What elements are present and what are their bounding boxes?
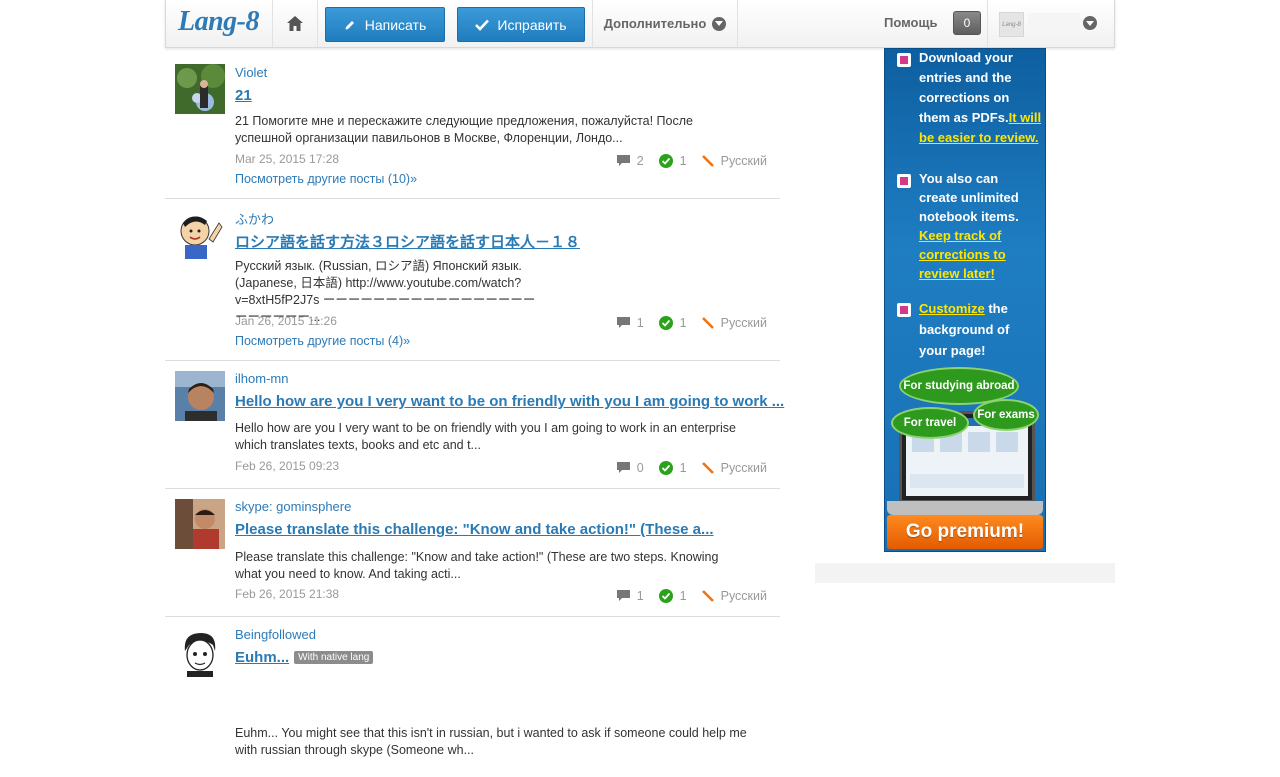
- check-circle-icon: [658, 154, 673, 168]
- checkbox-icon: [897, 53, 911, 67]
- post-stats: 2 1 Русский: [602, 154, 767, 168]
- language-tag: Русский: [701, 154, 767, 168]
- help-link[interactable]: Помощь: [884, 15, 937, 30]
- post-title[interactable]: ロシア語を話す方法３ロシア語を話す日本人－１８: [235, 231, 580, 252]
- more-dropdown[interactable]: Дополнительно: [592, 0, 738, 47]
- post-date: Jan 26, 2015 11:26: [235, 314, 337, 328]
- list-item: Violet 21 21 Помогите мне и перескажите …: [165, 48, 780, 199]
- post-title[interactable]: 21: [235, 87, 252, 104]
- corrections-count: 1: [658, 461, 687, 475]
- bubble-travel: For travel: [891, 407, 969, 439]
- ad-feature-notebook: You also can create unlimited notebook i…: [919, 171, 1019, 281]
- avatar[interactable]: [175, 209, 225, 259]
- home-button[interactable]: [273, 0, 318, 47]
- checkmark-icon: [475, 19, 490, 31]
- list-item: skype: gominsphere Please translate this…: [165, 489, 780, 617]
- premium-ad-banner[interactable]: Download your entries and the correction…: [884, 48, 1046, 552]
- post-title[interactable]: Euhm... With native lang: [235, 649, 374, 666]
- comments-count: 0: [616, 461, 644, 475]
- post-author[interactable]: ilhom-mn: [235, 371, 288, 386]
- post-title[interactable]: Hello how are you I very want to be on f…: [235, 393, 784, 410]
- post-author[interactable]: ふかわ: [235, 209, 274, 228]
- pencil-icon: [345, 21, 354, 30]
- comments-count: 1: [616, 589, 644, 603]
- post-excerpt: Euhm... You might see that this isn't in…: [235, 726, 747, 757]
- lang8-logo[interactable]: Lang-8: [166, 0, 273, 47]
- pencil-icon: [701, 317, 714, 329]
- post-excerpt: Hello how are you I very want to be on f…: [235, 421, 736, 452]
- comment-icon: [616, 462, 630, 473]
- checkbox-icon: [897, 174, 911, 188]
- comments-count: 1: [616, 316, 644, 330]
- correct-button[interactable]: Исправить: [457, 7, 585, 42]
- bubble-exams: For exams: [973, 399, 1039, 431]
- post-title[interactable]: Please translate this challenge: "Know a…: [235, 521, 714, 538]
- language-tag: Русский: [701, 316, 767, 330]
- comments-count: 2: [616, 154, 644, 168]
- corrections-count: 1: [658, 316, 687, 330]
- avatar[interactable]: [175, 371, 225, 421]
- post-excerpt: Please translate this challenge: "Know a…: [235, 550, 719, 581]
- avatar[interactable]: [175, 64, 225, 114]
- pencil-icon: [701, 462, 714, 474]
- language-tag: Русский: [701, 589, 767, 603]
- comment-icon: [616, 155, 630, 166]
- write-button[interactable]: Написать: [325, 7, 445, 42]
- list-item: ふかわ ロシア語を話す方法３ロシア語を話す日本人－１８ Русский язык…: [165, 199, 780, 361]
- check-circle-icon: [658, 316, 673, 330]
- user-menu[interactable]: Lang-8: [987, 0, 1115, 47]
- avatar[interactable]: [175, 499, 225, 549]
- home-icon: [287, 16, 303, 31]
- post-stats: 1 1 Русский: [602, 316, 767, 330]
- post-title-text[interactable]: Euhm...: [235, 649, 289, 666]
- more-dropdown-label: Дополнительно: [603, 16, 707, 31]
- username-placeholder: [1028, 13, 1080, 35]
- ad-feature-customize: Customize the background of your page!: [919, 301, 1010, 358]
- sidebar-placeholder: [815, 563, 1115, 583]
- post-date: Feb 26, 2015 09:23: [235, 459, 340, 473]
- check-circle-icon: [658, 461, 673, 475]
- more-posts-link[interactable]: Посмотреть другие посты (4)»: [235, 334, 410, 348]
- laptop-base: [887, 501, 1043, 515]
- post-excerpt: 21 Помогите мне и перескажите следующие …: [235, 114, 693, 145]
- corrections-count: 1: [658, 589, 687, 603]
- go-premium-button[interactable]: Go premium!: [887, 515, 1043, 549]
- chevron-down-icon: [712, 16, 727, 31]
- pencil-icon: [701, 590, 714, 602]
- post-author[interactable]: Violet: [235, 65, 267, 80]
- post-date: Feb 26, 2015 21:38: [235, 587, 340, 601]
- post-author[interactable]: skype: gominsphere: [235, 499, 351, 514]
- pencil-icon: [701, 155, 714, 167]
- correct-button-label: Исправить: [497, 16, 567, 33]
- post-date: Mar 25, 2015 17:28: [235, 152, 340, 166]
- language-tag: Русский: [701, 461, 767, 475]
- list-item: ilhom-mn Hello how are you I very want t…: [165, 361, 784, 489]
- corrections-count: 1: [658, 154, 687, 168]
- post-stats: 0 1 Русский: [602, 461, 767, 475]
- post-stats: 1 1 Русский: [602, 589, 767, 603]
- write-button-label: Написать: [364, 16, 427, 33]
- ad-feature-pdf: Download your entries and the correction…: [919, 50, 1042, 145]
- comment-icon: [616, 590, 630, 601]
- notifications-badge[interactable]: 0: [953, 11, 981, 35]
- list-item: Beingfollowed Euhm... With native lang Eu…: [165, 617, 780, 777]
- user-avatar: Lang-8: [999, 12, 1024, 37]
- comment-icon: [616, 317, 630, 328]
- native-lang-badge: With native lang: [294, 651, 374, 664]
- post-author[interactable]: Beingfollowed: [235, 627, 316, 642]
- avatar[interactable]: [175, 627, 225, 677]
- top-navbar: Lang-8 Написать Исправить Дополнительно …: [165, 0, 1115, 48]
- more-posts-link[interactable]: Посмотреть другие посты (10)»: [235, 172, 417, 186]
- chevron-down-icon: [1083, 16, 1097, 30]
- check-circle-icon: [658, 589, 673, 603]
- checkbox-icon: [897, 303, 911, 317]
